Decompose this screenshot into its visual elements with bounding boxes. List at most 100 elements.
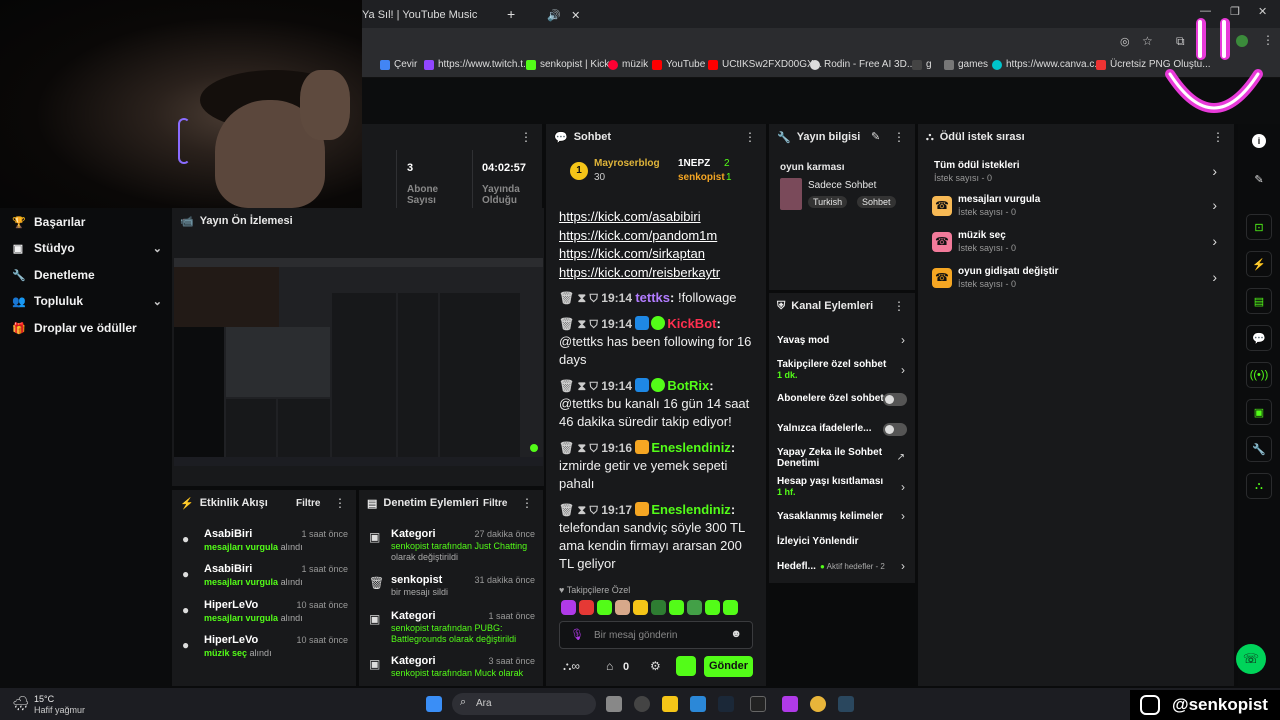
chat-icon[interactable]: 💬 <box>1246 325 1272 351</box>
emote-icon[interactable] <box>705 600 720 615</box>
mod-menu-icon[interactable]: ⋮ <box>521 496 533 510</box>
stream-preview-video[interactable] <box>174 258 543 466</box>
activity-menu-icon[interactable]: ⋮ <box>334 496 346 510</box>
bookmark-item[interactable]: UCtIKSw2FXD00GX... <box>708 59 822 70</box>
stream-info-menu-icon[interactable]: ⋮ <box>893 130 905 144</box>
slow-mode-item[interactable]: Yavaş mod <box>777 335 909 346</box>
store-app-icon[interactable] <box>690 696 706 712</box>
broadcast-icon[interactable]: ((•)) <box>1246 362 1272 388</box>
chevron-right-icon: › <box>901 363 905 377</box>
emote-icon[interactable] <box>615 600 630 615</box>
chat-link[interactable]: https://kick.com/pandom1m <box>559 228 717 243</box>
chrome-icon[interactable] <box>810 696 826 712</box>
community-icon[interactable]: ⛬∞ <box>563 659 580 674</box>
emote-icon[interactable] <box>723 600 738 615</box>
bookmark-item[interactable]: https://www.twitch.t... <box>424 59 531 70</box>
followers-only-item[interactable]: Takipçilere özel sohbet 1 dk. <box>777 359 909 381</box>
wrench-icon[interactable]: 🔧 <box>1246 436 1272 462</box>
chat-input[interactable]: 🎙 Bir mesaj gönderin ☻ <box>559 621 753 649</box>
edit-icon[interactable]: ✎ <box>1246 166 1272 192</box>
chevron-right-icon: › <box>901 559 905 573</box>
sidebar-item-achievements[interactable]: 🏆 Başarılar <box>12 212 162 232</box>
mod-filter-button[interactable]: Filtre <box>483 498 507 509</box>
edit-icon[interactable]: ✎ <box>871 130 880 143</box>
emote-icon[interactable] <box>597 600 612 615</box>
tab-title: Ya Sıl! | YouTube Music <box>362 9 478 21</box>
bookmark-item[interactable]: games <box>944 59 988 70</box>
bolt-icon[interactable]: ⚡ <box>1246 251 1272 277</box>
emote-icon[interactable] <box>633 600 648 615</box>
new-tab-icon[interactable]: + <box>507 6 515 22</box>
emote-icon[interactable] <box>579 600 594 615</box>
gift-icon[interactable]: ⛬ <box>1246 473 1272 499</box>
list-icon[interactable]: ▤ <box>1246 288 1272 314</box>
bookmark-item[interactable]: senkopist | Kick <box>526 59 609 70</box>
bookmark-favicon-icon <box>1096 59 1106 70</box>
windows-start-icon[interactable] <box>426 696 442 712</box>
settings-icon[interactable]: ⚙ <box>650 659 661 673</box>
raid-item[interactable]: İzleyici Yönlendir <box>777 536 909 547</box>
bookmark-item[interactable]: YouTube <box>652 59 705 70</box>
store-icon[interactable]: ⌂ <box>606 659 613 673</box>
bookmark-item[interactable]: https://www.canva.c... <box>992 59 1103 70</box>
gift-icon: ⛬ <box>926 130 934 143</box>
bookmark-item[interactable]: g <box>912 59 932 70</box>
kick-app-icon[interactable] <box>782 696 798 712</box>
reward-menu-icon[interactable]: ⋮ <box>1212 130 1224 144</box>
bookmark-item[interactable]: Çevir <box>380 59 417 70</box>
send-button[interactable]: Gönder <box>704 656 753 677</box>
account-age-item[interactable]: Hesap yaşı kısıtlaması 1 hf. <box>777 476 909 498</box>
category-thumbnail <box>780 178 802 210</box>
sidebar-item-studio[interactable]: ▣ Stüdyo ⌄ <box>12 238 162 258</box>
chat-link[interactable]: https://kick.com/reisberkaytr <box>559 265 720 280</box>
kick-logo-icon[interactable] <box>676 656 696 676</box>
chat-link[interactable]: https://kick.com/asabibiri <box>559 209 701 224</box>
emote-icon[interactable] <box>669 600 684 615</box>
stream-title: oyun karması <box>780 162 845 173</box>
app-icon[interactable] <box>634 696 650 712</box>
emote-icon[interactable] <box>687 600 702 615</box>
close-tab-icon[interactable]: ✕ <box>571 9 580 22</box>
microphone-icon[interactable]: 🎙 <box>570 628 584 641</box>
info-icon[interactable]: i <box>1252 134 1266 148</box>
eye-off-icon[interactable]: ◎ <box>1120 35 1130 48</box>
subscribers-only-toggle[interactable] <box>883 393 907 406</box>
activity-filter-button[interactable]: Filtre <box>296 498 320 509</box>
stats-menu-icon[interactable]: ⋮ <box>520 130 532 144</box>
bookmark-item[interactable]: müzik <box>608 59 648 70</box>
sidebar-item-drops[interactable]: 🎁 Droplar ve ödüller <box>12 318 162 338</box>
bookmark-item[interactable]: Rodin - Free AI 3D... <box>810 59 915 70</box>
task-view-icon[interactable] <box>606 696 622 712</box>
chat-menu-icon[interactable]: ⋮ <box>744 130 756 144</box>
star-icon[interactable]: ☆ <box>1142 34 1153 48</box>
points-count: 0 <box>623 661 630 673</box>
social-handle-overlay: @senkopist <box>1130 690 1280 720</box>
banned-words-item[interactable]: Yasaklanmış kelimeler <box>777 511 909 522</box>
chevron-right-icon: › <box>901 509 905 523</box>
emote-icon[interactable] <box>651 600 666 615</box>
clip-icon[interactable]: ⊡ <box>1246 214 1272 240</box>
sidebar-item-community[interactable]: 👥 Topluluk ⌄ <box>12 291 162 311</box>
browser-tab[interactable]: Ya Sıl! | YouTube Music 🔊 ✕ <box>362 4 580 26</box>
steam-app-icon[interactable] <box>838 696 854 712</box>
file-explorer-icon[interactable] <box>662 696 678 712</box>
chat-link[interactable]: https://kick.com/sirkaptan <box>559 246 705 261</box>
leader-count: 2 <box>724 158 730 169</box>
emotes-only-toggle[interactable] <box>883 423 907 436</box>
epic-games-icon[interactable] <box>750 696 766 712</box>
weather-icon: 🌧 <box>12 695 30 711</box>
ai-moderation-item[interactable]: Yapay Zeka ile Sohbet Denetimi <box>777 447 887 469</box>
support-chat-button[interactable]: ☏ <box>1236 644 1266 674</box>
goals-item[interactable]: Hedefl... <box>777 561 817 572</box>
gift-icon: 🎁 <box>12 322 26 335</box>
chevron-down-icon: ⌄ <box>152 242 162 255</box>
sidebar-item-moderation[interactable]: 🔧 Denetleme <box>12 265 162 285</box>
steam-icon[interactable] <box>718 696 734 712</box>
emoji-icon[interactable]: ☻ <box>730 628 742 640</box>
taskbar-search[interactable]: ⌕ Ara <box>452 693 596 715</box>
emote-icon[interactable] <box>561 600 576 615</box>
camera-icon: 📹 <box>180 215 194 228</box>
store-icon[interactable]: ▣ <box>1246 399 1272 425</box>
audio-icon[interactable]: 🔊 <box>547 9 561 22</box>
channel-menu-icon[interactable]: ⋮ <box>893 299 905 313</box>
